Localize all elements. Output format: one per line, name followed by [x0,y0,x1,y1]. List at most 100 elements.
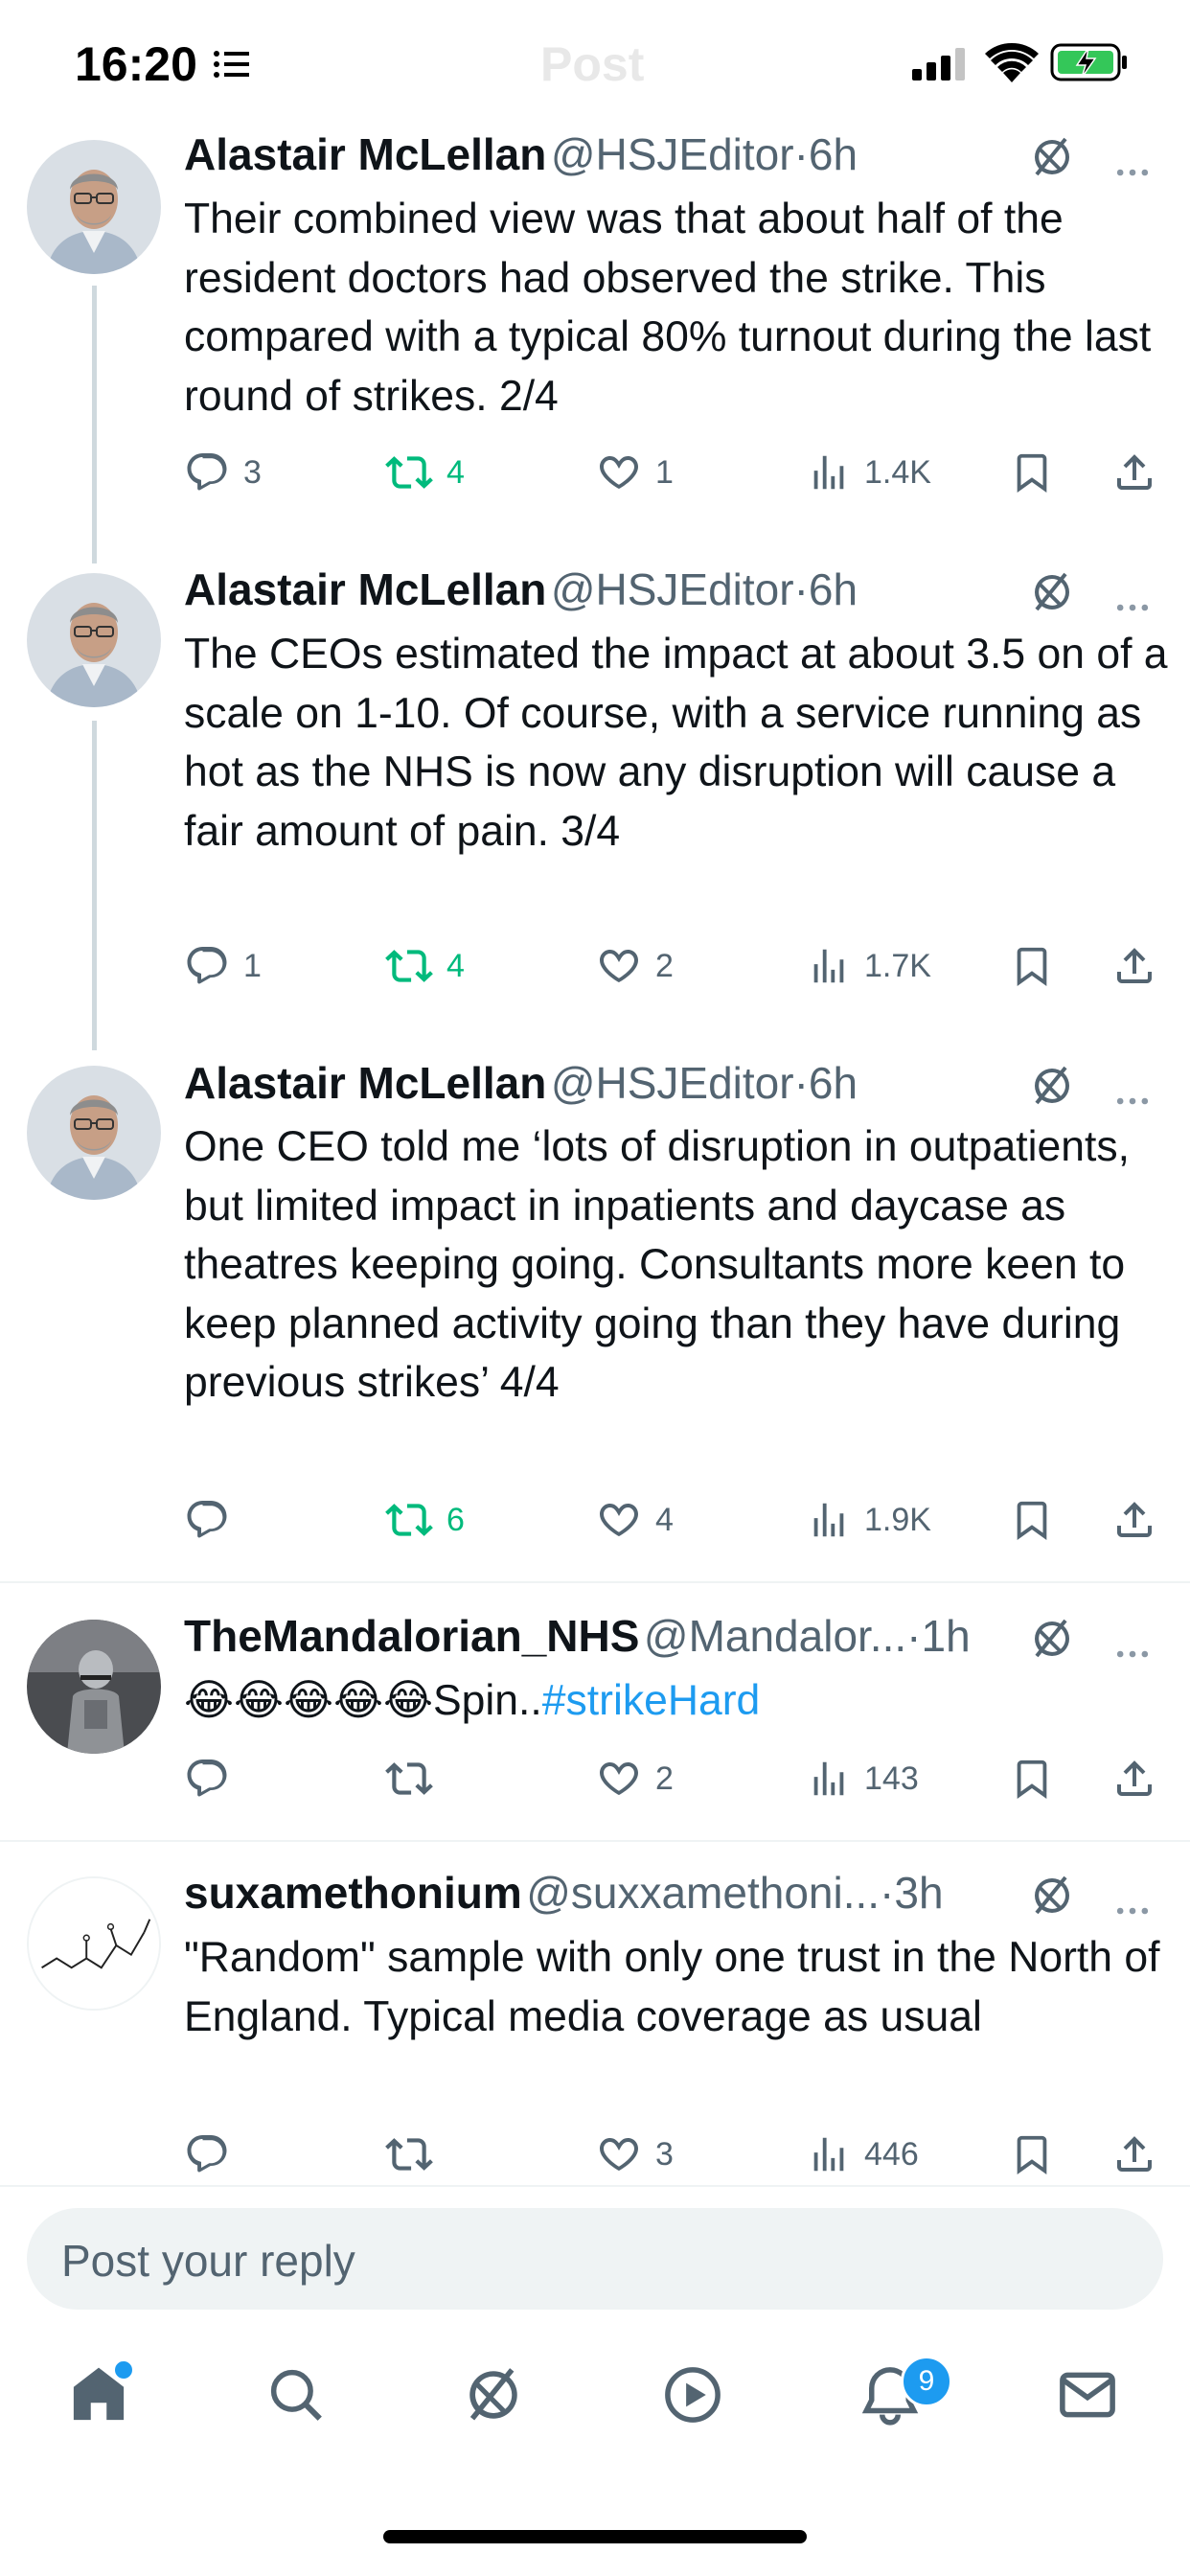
views-button[interactable]: 446 [807,2126,919,2183]
share-button[interactable] [1111,1750,1157,1807]
share-button[interactable] [1111,444,1157,501]
author-name[interactable]: Alastair McLellan [184,564,546,614]
views-icon [807,1498,851,1542]
author-name[interactable]: Alastair McLellan [184,129,546,179]
tweet-header: Alastair McLellan @HSJEditor·6h [184,564,1161,621]
bookmark-button[interactable] [1010,2126,1054,2183]
bookmark-button[interactable] [1010,1750,1054,1807]
hashtag-link[interactable]: #strikeHard [542,1677,761,1724]
author-handle[interactable]: @HSJEditor [551,564,794,614]
views-icon [807,450,851,494]
messages-icon[interactable] [1056,2363,1119,2426]
avatar[interactable] [27,573,161,707]
bookmark-icon [1010,2132,1054,2176]
like-button[interactable]: 4 [596,1491,674,1549]
grok-icon[interactable] [1029,1873,1075,1919]
tweet-actions: 1 4 2 1.7K [184,937,1161,995]
timestamp[interactable]: 6h [809,564,858,614]
notification-badge: 9 [901,2356,952,2407]
divider [0,2185,1190,2187]
reply-icon [184,449,230,495]
new-posts-indicator [113,2359,134,2380]
repost-icon [385,2130,433,2178]
tweet-text: "Random" sample with only one trust in t… [184,1934,1160,2040]
tweet-header: Alastair McLellan @HSJEditor·6h [184,1057,1161,1115]
views-button[interactable]: 143 [807,1750,919,1807]
repost-button[interactable]: 4 [385,444,465,501]
repost-count: 6 [446,1501,465,1538]
author-handle[interactable]: @HSJEditor [551,129,794,179]
like-button[interactable]: 2 [596,1750,674,1807]
author-handle[interactable]: @Mandalor... [644,1611,906,1661]
search-icon[interactable] [264,2363,328,2426]
reply-button[interactable]: 1 [184,937,262,995]
tweet-actions: 3 4 1 1.4K [184,444,1161,501]
like-icon [596,943,642,989]
more-icon[interactable] [1111,151,1154,194]
repost-button[interactable]: 4 [385,937,465,995]
author-name[interactable]: Alastair McLellan [184,1058,546,1108]
author-name[interactable]: TheMandalorian_NHS [184,1611,639,1661]
grok-icon[interactable] [1029,1063,1075,1109]
like-button[interactable]: 2 [596,937,674,995]
home-indicator[interactable] [383,2530,807,2543]
reply-icon [184,1497,230,1543]
bookmark-button[interactable] [1010,937,1054,995]
bookmark-button[interactable] [1010,444,1054,501]
repost-button[interactable]: 6 [385,1491,465,1549]
bookmark-icon [1010,450,1054,494]
repost-icon [385,1496,433,1544]
timestamp[interactable]: 3h [894,1868,943,1918]
like-button[interactable]: 1 [596,444,674,501]
author-name[interactable]: suxamethonium [184,1868,522,1918]
avatar[interactable] [27,1620,161,1754]
tweet-header: TheMandalorian_NHS @Mandalor...·1h [184,1610,1161,1668]
more-icon[interactable] [1111,1080,1154,1122]
grok-icon[interactable] [462,2363,525,2426]
timestamp[interactable]: 1h [921,1611,970,1661]
like-button[interactable]: 3 [596,2126,674,2183]
share-button[interactable] [1111,2126,1157,2183]
author-handle[interactable]: @suxxamethoni... [526,1868,880,1918]
avatar[interactable] [27,140,161,274]
tweet-actions: 6 4 1.9K [184,1491,1161,1549]
repost-button[interactable] [385,1750,446,1807]
views-button[interactable]: 1.4K [807,444,931,501]
reply-button[interactable] [184,1750,243,1807]
bookmark-icon [1010,1498,1054,1542]
like-icon [596,449,642,495]
avatar[interactable] [27,1876,161,2011]
reply-button[interactable] [184,1491,243,1549]
reply-button[interactable] [184,2126,243,2183]
author-handle[interactable]: @HSJEditor [551,1058,794,1108]
like-count: 1 [655,453,674,491]
bookmark-button[interactable] [1010,1491,1054,1549]
more-icon[interactable] [1111,586,1154,629]
tweet-text: One CEO told me ‘lots of disruption in o… [184,1123,1130,1406]
bookmark-icon [1010,1757,1054,1801]
page-title: Post [540,37,645,91]
video-icon[interactable] [661,2363,724,2426]
reply-count: 3 [243,453,262,491]
reply-input[interactable]: Post your reply [27,2208,1163,2310]
avatar[interactable] [27,1066,161,1200]
share-button[interactable] [1111,937,1157,995]
reply-icon [184,2131,230,2177]
more-icon[interactable] [1111,1890,1154,1932]
views-button[interactable]: 1.7K [807,937,931,995]
like-icon [596,2131,642,2177]
views-button[interactable]: 1.9K [807,1491,931,1549]
share-button[interactable] [1111,1491,1157,1549]
reply-button[interactable]: 3 [184,444,262,501]
grok-icon[interactable] [1029,569,1075,615]
more-icon[interactable] [1111,1633,1154,1675]
grok-icon[interactable] [1029,1616,1075,1662]
timestamp[interactable]: 6h [809,1058,858,1108]
grok-icon[interactable] [1029,134,1075,180]
timestamp[interactable]: 6h [809,129,858,179]
repost-button[interactable] [385,2126,446,2183]
like-count: 2 [655,1760,674,1797]
like-count: 4 [655,1501,674,1538]
repost-icon [385,942,433,990]
tweet-header: Alastair McLellan @HSJEditor·6h [184,128,1161,186]
